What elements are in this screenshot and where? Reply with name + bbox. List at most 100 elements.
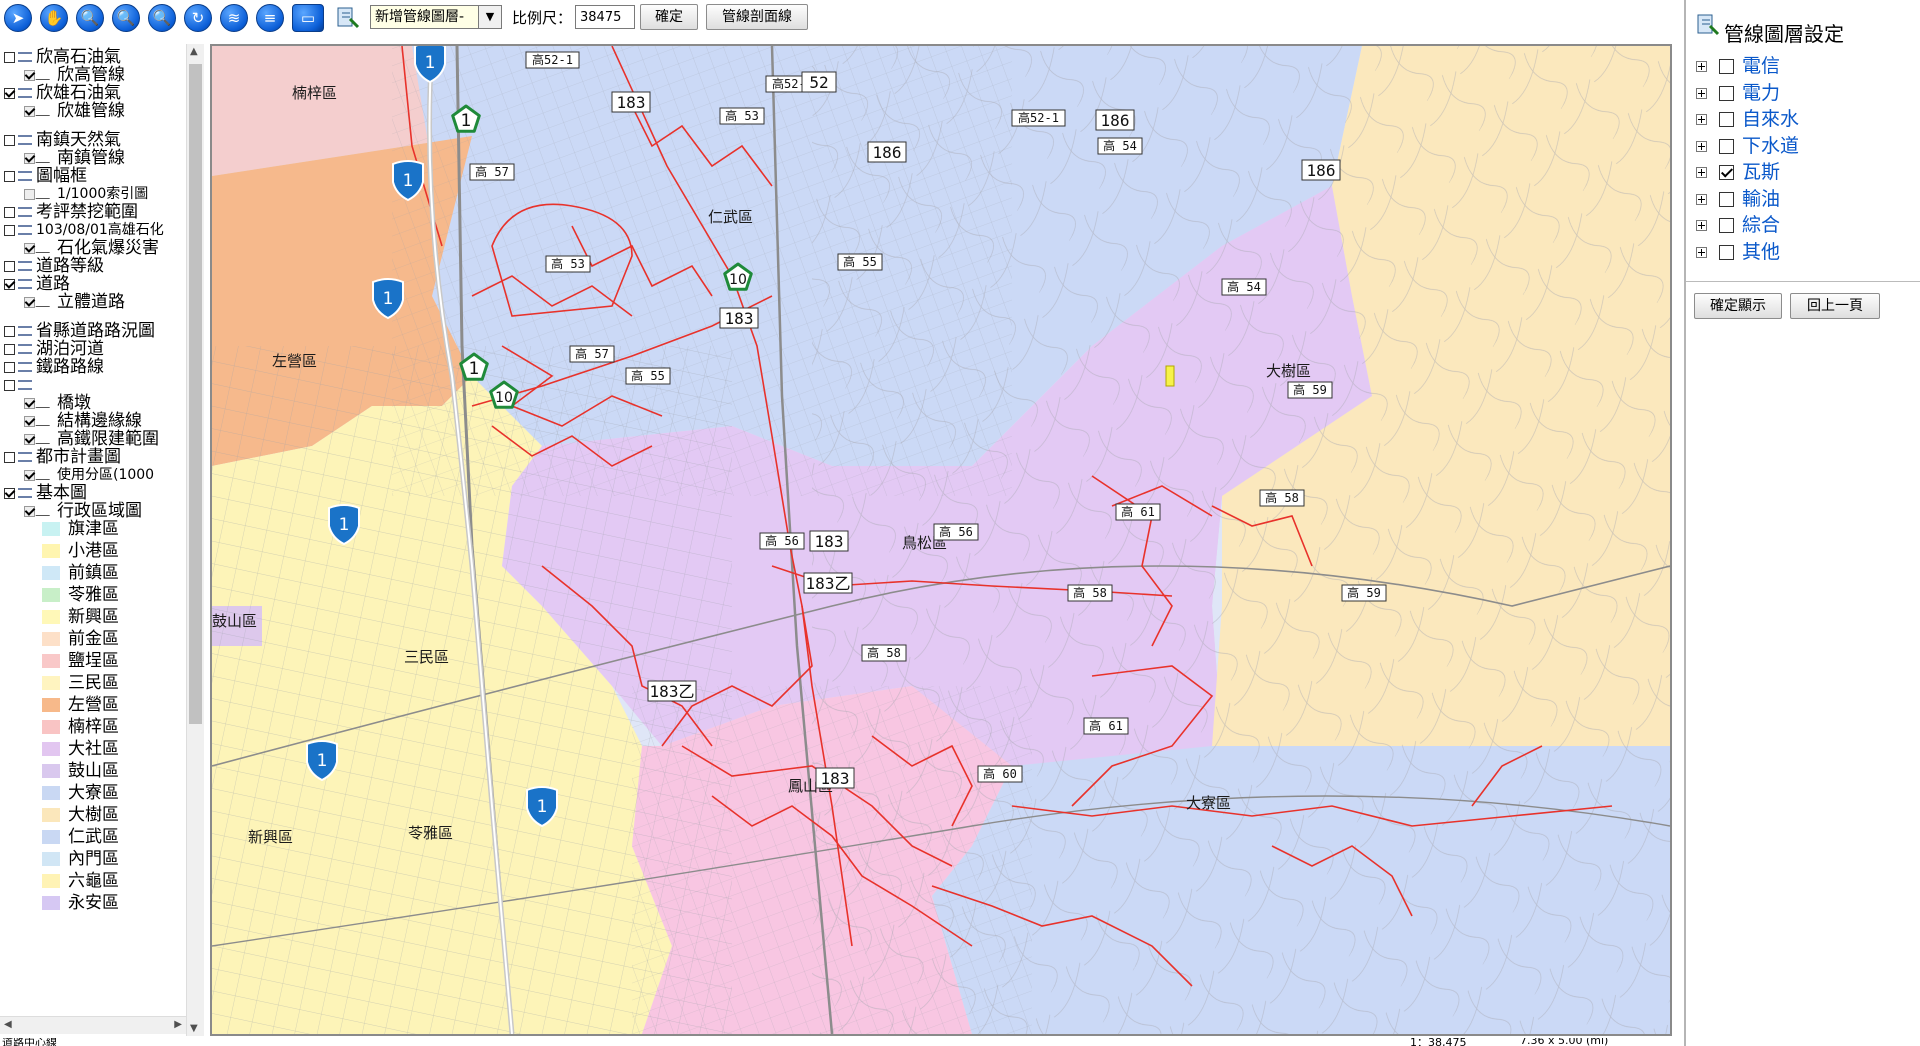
district-legend-item: 前金區 — [42, 628, 119, 650]
ruler-icon[interactable]: ▭ — [292, 4, 324, 32]
refresh-icon[interactable]: ↻ — [184, 4, 212, 32]
legend-checkbox[interactable] — [24, 397, 35, 409]
legend-checkbox[interactable] — [4, 278, 15, 290]
pipeline-layer-item[interactable]: 電信 — [1696, 54, 1780, 78]
legend-checkbox[interactable] — [24, 188, 35, 200]
expand-plus-icon[interactable] — [1696, 61, 1707, 72]
selected-feature-marker[interactable] — [1165, 365, 1175, 387]
legend-checkbox[interactable] — [4, 451, 15, 463]
pipeline-layer-checkbox[interactable] — [1719, 85, 1734, 101]
pipeline-profile-button[interactable]: 管線剖面線 — [706, 4, 808, 30]
legend-checkbox[interactable] — [4, 170, 15, 182]
confirm-display-button[interactable]: 確定顯示 — [1694, 293, 1782, 319]
legend-checkbox[interactable] — [4, 361, 15, 373]
pipeline-layer-checkbox[interactable] — [1719, 112, 1734, 127]
road-label-text: 183 — [725, 309, 754, 328]
legend-horizontal-scrollbar[interactable]: ◀ ▶ — [0, 1016, 186, 1034]
legend-checkbox[interactable] — [4, 343, 15, 355]
road-number-label: 高 57 — [469, 163, 515, 181]
zoom-out-icon[interactable]: 🔍 — [148, 4, 176, 32]
pipeline-layer-checkbox[interactable] — [1719, 191, 1734, 207]
panel-title: 管線圖層設定 — [1724, 22, 1844, 46]
pipeline-layer-checkbox[interactable] — [1719, 244, 1734, 260]
legend-checkbox[interactable] — [24, 242, 35, 254]
legend-checkbox[interactable] — [4, 260, 15, 272]
expand-plus-icon[interactable] — [1696, 114, 1707, 125]
expand-plus-icon[interactable] — [1696, 87, 1707, 99]
chevron-down-icon[interactable]: ▼ — [478, 6, 501, 28]
pipeline-layer-checkbox[interactable] — [1719, 165, 1734, 180]
legend-checkbox[interactable] — [4, 379, 15, 391]
expand-plus-icon[interactable] — [1696, 193, 1707, 205]
pipeline-layer-label[interactable]: 自來水 — [1742, 108, 1799, 130]
legend-checkbox[interactable] — [4, 325, 15, 337]
district-legend-item: 鹽埕區 — [42, 650, 119, 672]
road-label-text: 高 56 — [939, 524, 973, 539]
legend-checkbox[interactable] — [24, 415, 35, 427]
layers-icon[interactable]: ≋ — [220, 4, 248, 32]
zoom-in-box-icon[interactable]: 🔍 — [76, 4, 104, 32]
legend-checkbox[interactable] — [24, 69, 35, 81]
legend-checkbox[interactable] — [4, 224, 15, 236]
legend-checkbox[interactable] — [4, 206, 15, 218]
pipeline-layer-item[interactable]: 輸油 — [1696, 187, 1780, 211]
pipeline-layer-label[interactable]: 綜合 — [1742, 214, 1780, 236]
pipeline-layer-label[interactable]: 電力 — [1742, 82, 1780, 104]
road-number-label: 183 — [815, 767, 855, 789]
scale-input[interactable] — [575, 5, 635, 29]
legend-checkbox[interactable] — [4, 51, 15, 63]
legend-scrollbar[interactable]: ▲ ▼ — [186, 44, 204, 1036]
pipeline-layer-item[interactable]: 電力 — [1696, 81, 1780, 105]
pipeline-layer-label[interactable]: 下水道 — [1742, 135, 1799, 157]
legend-checkbox[interactable] — [24, 433, 35, 445]
legend-item-label: 1/1000索引圖 — [57, 186, 149, 202]
road-number-label: 高 59 — [1287, 381, 1333, 399]
district-legend-item: 旗津區 — [42, 518, 119, 540]
legend-checkbox[interactable] — [24, 505, 35, 517]
pipeline-layer-label[interactable]: 其他 — [1742, 241, 1780, 263]
legend-checkbox[interactable] — [24, 469, 35, 481]
line-symbol-icon — [35, 189, 55, 199]
map-view[interactable]: 楠梓區 仁武區 左營區 大樹區 鳥松區 鼓山區 三民區 鳳山區 大寮區 新興區 … — [210, 44, 1672, 1036]
legend-checkbox[interactable] — [4, 134, 15, 146]
line-symbol-icon — [35, 70, 55, 80]
pipeline-layer-item[interactable]: 其他 — [1696, 240, 1780, 264]
back-button[interactable]: 回上一頁 — [1790, 293, 1880, 319]
expand-plus-icon[interactable] — [1696, 246, 1707, 258]
legend-item[interactable]: 立體道路 — [24, 291, 125, 313]
pipeline-layer-label[interactable]: 輸油 — [1742, 188, 1780, 210]
pan-hand-icon[interactable]: ✋ — [40, 4, 68, 32]
district-color-swatch — [42, 764, 60, 778]
road-label-text: 183乙 — [650, 682, 695, 701]
legend-checkbox[interactable] — [4, 487, 15, 499]
pipeline-layer-item[interactable]: 瓦斯 — [1696, 160, 1780, 184]
confirm-button[interactable]: 確定 — [640, 4, 698, 30]
road-number-label: 高 56 — [759, 532, 805, 550]
pipeline-layer-checkbox[interactable] — [1719, 59, 1734, 74]
zoom-in-icon[interactable]: 🔍 — [112, 4, 140, 32]
legend-checkbox[interactable] — [24, 296, 35, 308]
legend-checkbox[interactable] — [24, 152, 35, 164]
expand-plus-icon[interactable] — [1696, 140, 1707, 152]
legend-checkbox[interactable] — [4, 87, 15, 99]
road-label-text: 高 53 — [551, 256, 585, 271]
stack-icon[interactable]: ≡ — [256, 4, 284, 32]
select-arrow-icon[interactable]: ➤ — [4, 4, 32, 32]
expand-plus-icon[interactable] — [1696, 167, 1707, 178]
road-label-text: 高 57 — [575, 346, 609, 361]
legend-checkbox[interactable] — [24, 105, 35, 117]
map-canvas[interactable]: 楠梓區 仁武區 左營區 大樹區 鳥松區 鼓山區 三民區 鳳山區 大寮區 新興區 … — [212, 46, 1670, 1034]
pipeline-layer-checkbox[interactable] — [1719, 138, 1734, 154]
expand-plus-icon[interactable] — [1696, 220, 1707, 231]
pipeline-layer-item[interactable]: 下水道 — [1696, 134, 1799, 158]
pipeline-layer-label[interactable]: 瓦斯 — [1742, 161, 1780, 183]
road-number-label: 高 56 — [933, 523, 979, 541]
legend-item[interactable]: 欣雄管線 — [24, 100, 125, 122]
pipeline-layer-item[interactable]: 自來水 — [1696, 107, 1799, 131]
legend-scroll-thumb[interactable] — [189, 64, 202, 724]
road-label-text: 高 56 — [765, 533, 799, 548]
pipeline-layer-item[interactable]: 綜合 — [1696, 213, 1780, 237]
road-number-label: 高 58 — [1067, 584, 1113, 602]
pipeline-layer-checkbox[interactable] — [1719, 218, 1734, 233]
pipeline-layer-label[interactable]: 電信 — [1742, 55, 1780, 77]
